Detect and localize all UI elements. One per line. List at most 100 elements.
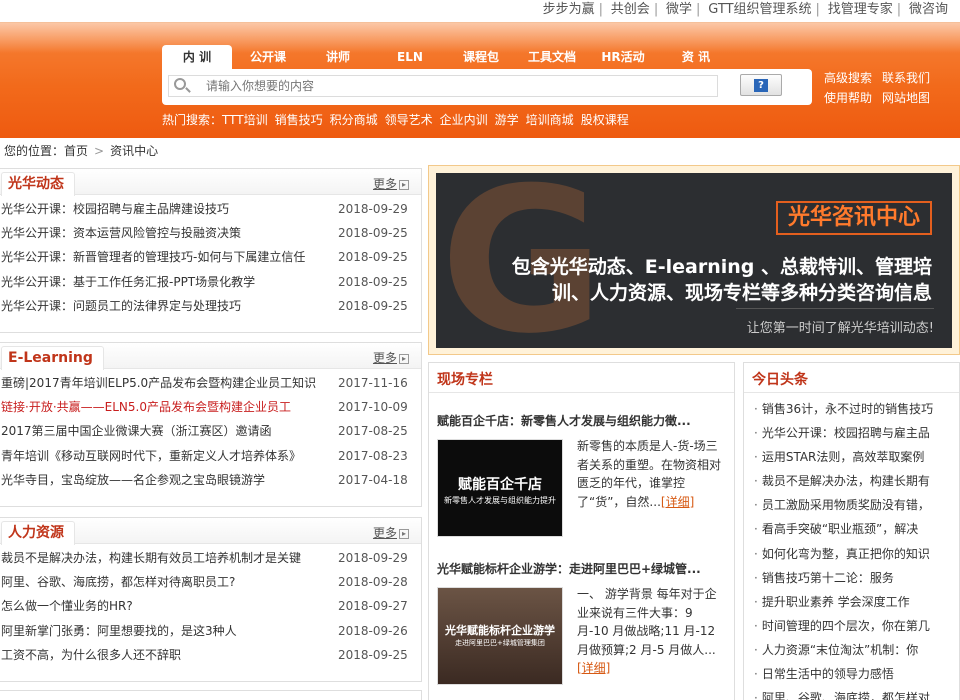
arrow-right-icon: ▸ [399, 179, 409, 190]
hot-search-item[interactable]: 培训商城 [526, 113, 574, 127]
list-item[interactable]: · 人力资源“末位淘汰”机制：你 [754, 638, 959, 662]
question-icon: ? [754, 79, 768, 92]
hot-search-label: 热门搜索： [162, 113, 223, 127]
hot-search-item[interactable]: 领导艺术 [385, 113, 433, 127]
list-item[interactable]: 光华寺目，宝岛绽放——名企参观之宝岛眼镜游学 2017-04-18 [0, 468, 421, 492]
arrow-right-icon: ▸ [399, 353, 409, 364]
list-item[interactable]: 光华公开课：校园招聘与雇主品牌建设技巧 2018-09-29 [0, 197, 421, 221]
hot-search-item[interactable]: 企业内训 [440, 113, 488, 127]
feature-item: 赋能百企千店：新零售人才发展与组织能力徵... 赋能百企千店 新零售人才发展与组… [437, 413, 729, 537]
list-item[interactable]: · 裁员不是解决办法，构建长期有 [754, 469, 959, 493]
toplink-gongchuanghui[interactable]: 共创会 [611, 2, 650, 17]
help-link[interactable]: 使用帮助 [824, 88, 872, 108]
feature-thumbnail[interactable]: 光华赋能标杆企业游学 走进阿里巴巴+绿城管理集团 [437, 587, 563, 685]
list-item[interactable]: 阿里、谷歌、海底捞，都怎样对待离职员工? 2018-09-28 [0, 570, 421, 594]
banner-line: 包含光华动态、E-learning 、总裁特训、管理培 [511, 256, 932, 278]
list-item[interactable]: 光华公开课：资本运营风险管控与投融资决策 2018-09-25 [0, 221, 421, 245]
feature-title[interactable]: 赋能百企千店：新零售人才发展与组织能力徵... [437, 413, 729, 429]
list-item[interactable]: · 如何化弯为整，真正把你的知识 [754, 542, 959, 566]
feature-title[interactable]: 光华赋能标杆企业游学：走进阿里巴巴+绿城管... [437, 561, 729, 577]
list-item[interactable]: · 看高手突破“职业瓶颈”，解决 [754, 517, 959, 541]
tab-eln[interactable]: ELN [374, 45, 446, 71]
toplink-find-expert[interactable]: 找管理专家 [828, 2, 893, 17]
hot-search-item[interactable]: 积分商城 [330, 113, 378, 127]
list-item[interactable]: 工资不高，为什么很多人还不辞职 2018-09-25 [0, 643, 421, 667]
header-links: 高级搜索 联系我们 使用帮助 网站地图 [824, 68, 954, 108]
toplink-weizixun[interactable]: 微咨询 [909, 2, 948, 17]
panel-elearning: E-Learning 更多 ▸ 重磅|2017青年培训ELP5.0产品发布会暨构建… [0, 342, 422, 507]
column-title: 今日头条 [752, 372, 808, 388]
tab-gongkaike[interactable]: 公开课 [234, 45, 302, 71]
toplink-gtt[interactable]: GTT组织管理系统 [708, 2, 811, 17]
more-link[interactable]: 更多 ▸ [373, 175, 409, 192]
list-item[interactable]: 阿里新掌门张勇：阿里想要找的，是这3种人 2018-09-26 [0, 619, 421, 643]
list-item[interactable]: 光华公开课：新晋管理者的管理技巧-如何与下属建立信任 2018-09-25 [0, 245, 421, 269]
list-item[interactable]: · 时间管理的四个层次，你在第几 [754, 614, 959, 638]
list-item[interactable]: · 提升职业素养 学会深度工作 [754, 590, 959, 614]
list-item[interactable]: · 销售36计，永不过时的销售技巧 [754, 397, 959, 421]
banner-line: 训、人力资源、现场专栏等多种分类咨询信息 [551, 282, 932, 304]
hot-search-item[interactable]: 销售技巧 [275, 113, 323, 127]
feature-description: 新零售的本质是人-货-场三者关系的重塑。在物资相对匮乏的年代，谁掌控了“货”，自… [577, 439, 722, 509]
breadcrumb: 您的位置：首页 > 资讯中心 [4, 144, 159, 158]
list-item[interactable]: 青年培训《移动互联网时代下，重新定义人才培养体系》 2017-08-23 [0, 444, 421, 468]
breadcrumb-home[interactable]: 首页 [64, 144, 88, 158]
banner[interactable]: G 光华咨讯中心 包含光华动态、E-learning 、总裁特训、管理培 训、人… [428, 165, 960, 355]
more-link[interactable]: 更多 ▸ [373, 349, 409, 366]
panel-title: E-Learning [1, 346, 104, 370]
advanced-search-link[interactable]: 高级搜索 [824, 68, 872, 88]
arrow-right-icon: ▸ [399, 528, 409, 539]
hot-search-item[interactable]: TTT培训 [222, 113, 268, 127]
breadcrumb-current: 资讯中心 [110, 144, 159, 158]
list-item[interactable]: 裁员不是解决办法，构建长期有效员工培养机制才是关键 2018-09-29 [0, 546, 421, 570]
search-button[interactable]: ? [740, 74, 782, 96]
column-xianchang: 现场专栏 赋能百企千店：新零售人才发展与组织能力徵... 赋能百企千店 新零售人… [428, 362, 735, 700]
tab-hr-huodong[interactable]: HR活动 [590, 45, 656, 71]
chevron-right-icon: > [94, 144, 105, 158]
top-links-bar: 步步为赢 | 共创会 | 微学 | GTT组织管理系统 | 找管理专家 | 微咨询 [0, 0, 960, 22]
column-title: 现场专栏 [437, 372, 493, 388]
tab-neixun[interactable]: 内 训 [162, 45, 232, 71]
hot-search-item[interactable]: 游学 [495, 113, 519, 127]
list-item[interactable]: 2017第三届中国企业微课大赛（浙江赛区）邀请函 2017-08-25 [0, 419, 421, 443]
panel-guanghua-dongtai: 光华动态 更多 ▸ 光华公开课：校园招聘与雇主品牌建设技巧 2018-09-29 光… [0, 168, 422, 333]
list-item[interactable]: · 员工激励采用物质奖励没有错， [754, 493, 959, 517]
list-item[interactable]: · 销售技巧第十二论：服务 [754, 566, 959, 590]
panel-title: 光华动态 [1, 172, 75, 196]
site-header: 内 训 公开课 讲师 ELN 课程包 工具文档 HR活动 资 讯 ? 高级搜索联… [0, 22, 960, 138]
tab-gongju-wendang[interactable]: 工具文档 [516, 45, 588, 71]
list-item[interactable]: 链接·开放·共赢——ELN5.0产品发布会暨构建企业员工 2017-10-09 [0, 395, 421, 419]
feature-item: 光华赋能标杆企业游学：走进阿里巴巴+绿城管... 光华赋能标杆企业游学 走进阿里… [437, 561, 729, 685]
feature-thumbnail[interactable]: 赋能百企千店 新零售人才发展与组织能力提升 [437, 439, 563, 537]
column-toutiao: 今日头条 · 销售36计，永不过时的销售技巧 · 光华公开课：校园招聘与雇主品 · 运… [743, 362, 960, 700]
search-icon [174, 78, 186, 90]
panel-title: 人力资源 [1, 521, 75, 545]
panel-renli-ziyuan: 人力资源 更多 ▸ 裁员不是解决办法，构建长期有效员工培养机制才是关键 2018-0… [0, 517, 422, 682]
list-item[interactable]: 重磅|2017青年培训ELP5.0产品发布会暨构建企业员工知识 2017-11-1… [0, 371, 421, 395]
list-item[interactable]: 怎么做一个懂业务的HR? 2018-09-27 [0, 594, 421, 618]
detail-link[interactable]: [详细] [661, 495, 694, 509]
sitemap-link[interactable]: 网站地图 [882, 88, 930, 108]
list-item[interactable]: 光华公开课：基于工作任务汇报-PPT场景化教学 2018-09-25 [0, 270, 421, 294]
toplink-bubuweiying[interactable]: 步步为赢 [543, 2, 595, 17]
banner-subtitle: 让您第一时间了解光华培训动态! [746, 321, 934, 336]
search-box: ? [162, 69, 812, 105]
hot-searches: 热门搜索：TTT培训 销售技巧 积分商城 领导艺术 企业内训 游学 培训商城 股权课程 [162, 111, 636, 129]
list-item[interactable]: 光华公开课：问题员工的法律界定与处理技巧 2018-09-25 [0, 294, 421, 318]
more-link[interactable]: 更多 ▸ [373, 524, 409, 541]
hot-search-item[interactable]: 股权课程 [581, 113, 629, 127]
banner-title: 光华咨讯中心 [775, 201, 932, 235]
list-item[interactable]: · 运用STAR法则，高效萃取案例 [754, 445, 959, 469]
list-item[interactable]: · 阿里、谷歌、海底捞，都怎样对 [754, 686, 959, 700]
tab-zixun[interactable]: 资 讯 [658, 45, 734, 71]
search-input[interactable] [206, 77, 706, 95]
toplink-weixue[interactable]: 微学 [666, 2, 692, 17]
list-item[interactable]: · 日常生活中的领导力感悟 [754, 662, 959, 686]
feature-description: 一、 游学背景 每年对于企业来说有三件大事：9 月-10 月做战略;11 月-1… [577, 587, 717, 675]
tab-kechengbao[interactable]: 课程包 [448, 45, 514, 71]
list-item[interactable]: · 光华公开课：校园招聘与雇主品 [754, 421, 959, 445]
contact-us-link[interactable]: 联系我们 [882, 68, 930, 88]
tab-jiangshi[interactable]: 讲师 [304, 45, 372, 71]
detail-link[interactable]: [详细] [577, 661, 610, 675]
panel-next [0, 690, 422, 700]
